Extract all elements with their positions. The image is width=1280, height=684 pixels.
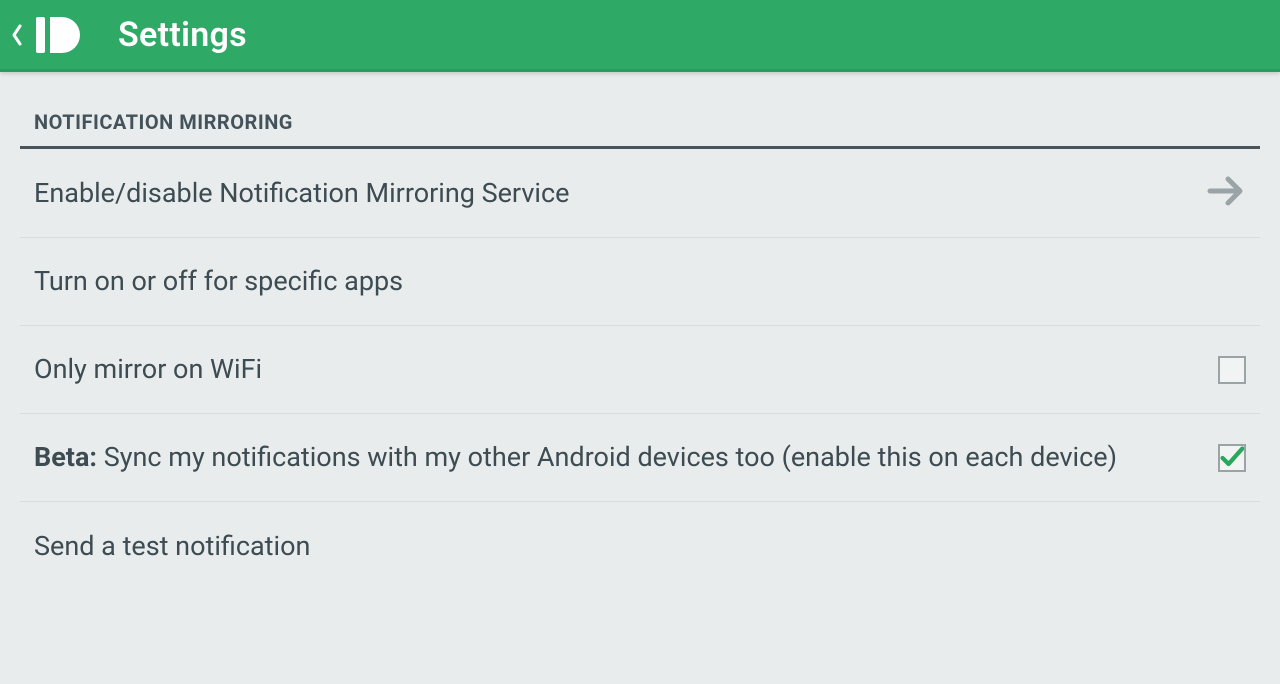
section-header-notification-mirroring: NOTIFICATION MIRRORING [20, 96, 1260, 149]
row-mirror-wifi[interactable]: Only mirror on WiFi [20, 326, 1260, 414]
app-header: Settings [0, 0, 1280, 72]
row-send-test-notification[interactable]: Send a test notification [20, 502, 1260, 590]
row-beta-sync[interactable]: Beta: Sync my notifications with my othe… [20, 414, 1260, 502]
back-button[interactable] [8, 9, 88, 61]
row-specific-apps[interactable]: Turn on or off for specific apps [20, 238, 1260, 326]
settings-content: NOTIFICATION MIRRORING Enable/disable No… [0, 72, 1280, 590]
beta-text: Sync my notifications with my other Andr… [97, 441, 1117, 473]
row-label: Beta: Sync my notifications with my othe… [34, 439, 1117, 475]
row-label: Send a test notification [34, 528, 310, 564]
row-label: Enable/disable Notification Mirroring Se… [34, 175, 569, 211]
chevron-right-icon [1206, 171, 1246, 215]
beta-prefix: Beta: [34, 441, 97, 473]
checkbox-mirror-wifi[interactable] [1218, 356, 1246, 384]
row-label: Only mirror on WiFi [34, 351, 262, 387]
row-enable-disable-mirroring[interactable]: Enable/disable Notification Mirroring Se… [20, 149, 1260, 238]
pushbullet-logo-icon [30, 15, 86, 55]
page-title: Settings [118, 15, 247, 55]
back-chevron-icon [10, 20, 24, 50]
checkbox-beta-sync[interactable] [1218, 444, 1246, 472]
row-label: Turn on or off for specific apps [34, 263, 403, 299]
